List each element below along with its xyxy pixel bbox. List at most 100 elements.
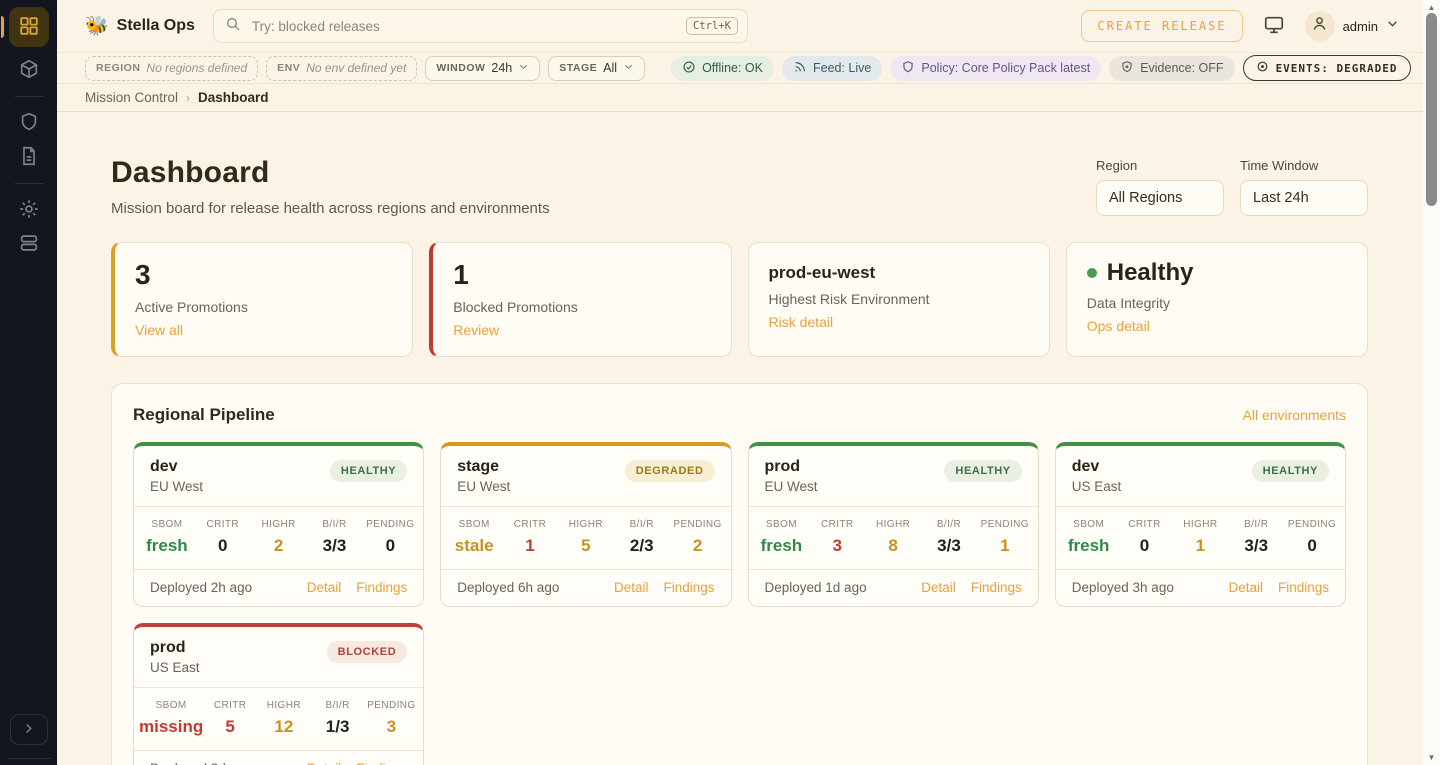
stat-value: 3/3 [921,536,977,556]
all-environments-link[interactable]: All environments [1243,407,1347,423]
detail-link[interactable]: Detail [614,580,649,595]
display-mode-button[interactable] [1263,14,1285,39]
brand: 🐝 Stella Ops [85,14,195,38]
review-link[interactable]: Review [453,322,499,338]
avatar [1305,11,1335,41]
region-select[interactable]: All Regions [1096,180,1224,216]
findings-link[interactable]: Findings [971,580,1022,595]
panel-title: Regional Pipeline [133,405,275,425]
summary-label: Highest Risk Environment [769,291,1029,307]
detail-link[interactable]: Detail [307,761,342,765]
pipeline-card-header: stage EU West DEGRADED [441,446,730,507]
sidebar-item-documents[interactable] [9,140,49,174]
stat-value: 2 [670,536,726,556]
evidence-status-pill[interactable]: Evidence: OFF [1109,56,1234,81]
scrollbar-thumb[interactable] [1426,13,1437,206]
offline-status-pill[interactable]: Offline: OK [671,56,774,81]
pipeline-card-stats: SBOMfresh CRITR0 HIGHR1 B/I/R3/3 PENDING… [1056,507,1345,570]
env-block: prod US East [150,639,200,675]
search-icon [225,16,241,37]
user-menu[interactable]: admin [1305,11,1399,41]
page-filters: Region All Regions Time Window Last 24h [1096,156,1368,216]
events-status-pill[interactable]: EVENTS: DEGRADED [1243,55,1411,81]
breadcrumb-parent[interactable]: Mission Control [85,90,178,105]
summary-cards: 3 Active Promotions View all 1 Blocked P… [111,242,1368,357]
stat-cell: PENDING0 [362,519,418,556]
breadcrumb-separator-icon: › [186,91,190,105]
pipeline-card-stats: SBOMfresh CRITR0 HIGHR2 B/I/R3/3 PENDING… [134,507,423,570]
sidebar-divider [7,758,51,759]
search-input[interactable] [250,18,677,35]
stat-value: 5 [558,536,614,556]
detail-link[interactable]: Detail [921,580,956,595]
findings-link[interactable]: Findings [356,761,407,765]
stat-value: 1 [502,536,558,556]
feed-status-pill[interactable]: Feed: Live [782,56,882,81]
findings-link[interactable]: Findings [356,580,407,595]
sidebar-item-security[interactable] [9,106,49,140]
window-filter-label: WINDOW [436,62,485,74]
env-block: dev EU West [150,458,203,494]
breadcrumb-current: Dashboard [198,90,269,105]
check-circle-icon [682,60,696,77]
page-content: Dashboard Mission board for release heal… [57,112,1423,765]
brand-name: Stella Ops [117,17,195,35]
document-icon [18,145,40,170]
deployed-time: Deployed 1d ago [765,580,867,595]
detail-link[interactable]: Detail [1228,580,1263,595]
summary-label: Blocked Promotions [453,299,710,315]
stat-cell: CRITR5 [203,700,257,737]
chevron-right-icon [21,721,36,739]
env-filter-pill[interactable]: ENV No env defined yet [266,56,417,81]
main-column: 🐝 Stella Ops Ctrl+K CREATE RELEASE [57,0,1423,765]
region-filter-label: REGION [96,62,140,74]
stat-cell: B/I/R2/3 [614,519,670,556]
scrollbar-down-arrow[interactable]: ▼ [1423,751,1440,764]
ops-detail-link[interactable]: Ops detail [1087,318,1150,334]
policy-status-pill[interactable]: Policy: Core Policy Pack latest [890,56,1101,81]
summary-value-text: Healthy [1107,259,1194,287]
region-filter-value: No regions defined [146,61,247,75]
window-filter-pill[interactable]: WINDOW 24h [425,56,540,81]
sidebar-expand-button[interactable] [10,714,48,745]
risk-detail-link[interactable]: Risk detail [769,314,834,330]
global-search[interactable]: Ctrl+K [213,9,748,43]
view-all-link[interactable]: View all [135,322,183,338]
monitor-icon [1263,14,1285,39]
findings-link[interactable]: Findings [663,580,714,595]
stat-value: fresh [754,536,810,556]
stat-cell: HIGHR2 [251,519,307,556]
pipeline-card-header: prod US East BLOCKED [134,627,423,688]
sidebar-divider [15,183,43,184]
sidebar-item-releases[interactable] [9,53,49,87]
env-block: dev US East [1072,458,1122,494]
detail-link[interactable]: Detail [307,580,342,595]
stat-cell: PENDING0 [1284,519,1340,556]
stat-cell: B/I/R1/3 [311,700,365,737]
sidebar-item-settings[interactable] [9,193,49,227]
findings-link[interactable]: Findings [1278,580,1329,595]
stat-label: CRITR [502,519,558,530]
stage-filter-pill[interactable]: STAGE All [548,56,645,81]
pipeline-card: dev US East HEALTHY SBOMfresh CRITR0 HIG… [1055,442,1346,607]
stat-value: 1 [977,536,1033,556]
shield-icon [18,111,40,136]
pipeline-grid: dev EU West HEALTHY SBOMfresh CRITR0 HIG… [133,442,1346,765]
region-name: EU West [765,479,818,494]
create-release-button[interactable]: CREATE RELEASE [1081,10,1242,42]
pipeline-card-header: dev US East HEALTHY [1056,446,1345,507]
stat-value: stale [446,536,502,556]
region-filter-pill[interactable]: REGION No regions defined [85,56,258,81]
region-name: US East [150,660,200,675]
pipeline-card-footer: Deployed 6h ago DetailFindings [441,570,730,606]
sidebar-item-dashboard[interactable] [9,7,49,47]
sidebar-item-servers[interactable] [9,227,49,261]
environment-name: dev [1072,458,1122,476]
env-block: stage EU West [457,458,510,494]
window-filter-value: 24h [491,61,512,75]
summary-value: 1 [453,259,710,291]
time-window-select[interactable]: Last 24h [1240,180,1368,216]
stat-cell: CRITR0 [195,519,251,556]
stat-label: SBOM [754,519,810,530]
stat-value: fresh [1061,536,1117,556]
